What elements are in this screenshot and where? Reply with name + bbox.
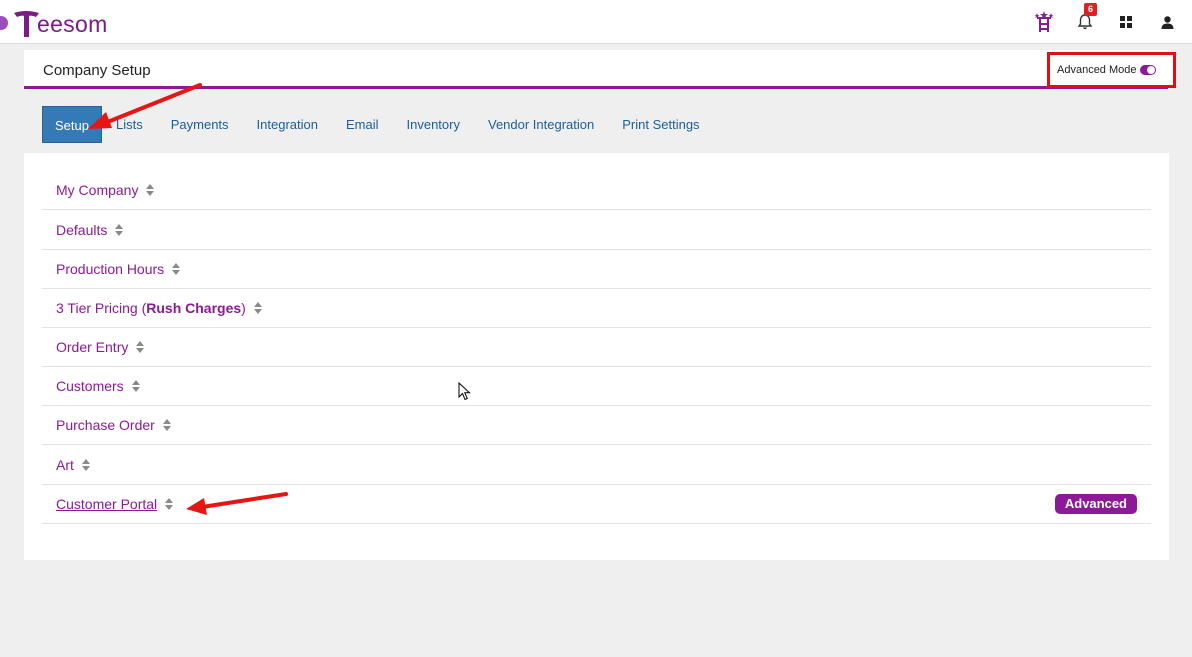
sort-icon[interactable] — [131, 379, 140, 392]
sort-icon[interactable] — [162, 418, 171, 431]
toggle-knob — [1147, 66, 1155, 74]
setup-tabs: Setup Lists Payments Integration Email I… — [42, 106, 714, 143]
sort-icon[interactable] — [81, 458, 90, 471]
sort-icon[interactable] — [136, 340, 145, 353]
tab-vendor-integration[interactable]: Vendor Integration — [474, 106, 608, 143]
logo-t-icon — [14, 11, 39, 37]
tab-print-settings[interactable]: Print Settings — [608, 106, 713, 143]
sort-icon[interactable] — [253, 301, 262, 314]
section-purchase-order[interactable]: Purchase Order — [56, 417, 155, 433]
tournament-icon[interactable] — [1033, 11, 1055, 33]
section-3-tier-pricing[interactable]: 3 Tier Pricing (Rush Charges) — [56, 300, 246, 316]
tab-integration[interactable]: Integration — [243, 106, 332, 143]
list-item[interactable]: My Company — [42, 170, 1151, 210]
user-icon[interactable] — [1156, 11, 1178, 33]
list-item[interactable]: Customers — [42, 366, 1151, 406]
sort-icon[interactable] — [165, 497, 174, 510]
sort-icon[interactable] — [146, 183, 155, 196]
page-header: Company Setup — [24, 50, 1168, 89]
list-item[interactable]: Order Entry — [42, 327, 1151, 367]
advanced-mode-label: Advanced Mode — [1057, 64, 1137, 76]
bell-icon — [1077, 14, 1093, 30]
section-my-company[interactable]: My Company — [56, 182, 138, 198]
tab-payments[interactable]: Payments — [157, 106, 243, 143]
advanced-mode-toggle[interactable] — [1140, 65, 1156, 75]
notification-count-badge: 6 — [1084, 3, 1098, 16]
top-icons: 6 — [1014, 0, 1178, 44]
page-title: Company Setup — [43, 62, 151, 79]
top-navbar: eesom 6 — [0, 0, 1192, 44]
advanced-mode-control: Advanced Mode — [1047, 52, 1176, 88]
list-item[interactable]: Customer Portal Advanced — [42, 484, 1151, 524]
teesom-logo[interactable]: eesom — [13, 8, 108, 38]
tab-setup[interactable]: Setup — [42, 106, 102, 143]
sort-icon[interactable] — [172, 262, 181, 275]
mouse-cursor-icon — [458, 382, 471, 401]
apps-grid-icon[interactable] — [1115, 11, 1137, 33]
list-item[interactable]: 3 Tier Pricing (Rush Charges) — [42, 288, 1151, 328]
section-customers[interactable]: Customers — [56, 378, 124, 394]
sort-icon[interactable] — [115, 223, 124, 236]
section-customer-portal[interactable]: Customer Portal — [56, 496, 157, 512]
section-defaults[interactable]: Defaults — [56, 222, 107, 238]
logo-text: eesom — [37, 11, 108, 37]
section-label-suffix: ) — [241, 299, 246, 316]
section-label-bold: Rush Charges — [146, 299, 242, 316]
section-production-hours[interactable]: Production Hours — [56, 261, 164, 277]
list-item[interactable]: Art — [42, 445, 1151, 485]
list-item[interactable]: Defaults — [42, 210, 1151, 250]
tab-lists[interactable]: Lists — [102, 106, 157, 143]
section-order-entry[interactable]: Order Entry — [56, 339, 128, 355]
logo-accent-dot — [0, 16, 8, 30]
advanced-badge: Advanced — [1054, 494, 1137, 514]
section-art[interactable]: Art — [56, 457, 74, 473]
list-item[interactable]: Production Hours — [42, 249, 1151, 289]
setup-sections-panel: My Company Defaults Production Hours 3 T… — [24, 153, 1169, 560]
section-label-prefix: 3 Tier Pricing ( — [56, 299, 147, 316]
tab-inventory[interactable]: Inventory — [393, 106, 474, 143]
list-item[interactable]: Purchase Order — [42, 405, 1151, 445]
notifications-button[interactable]: 6 — [1074, 3, 1098, 33]
tab-email[interactable]: Email — [332, 106, 393, 143]
